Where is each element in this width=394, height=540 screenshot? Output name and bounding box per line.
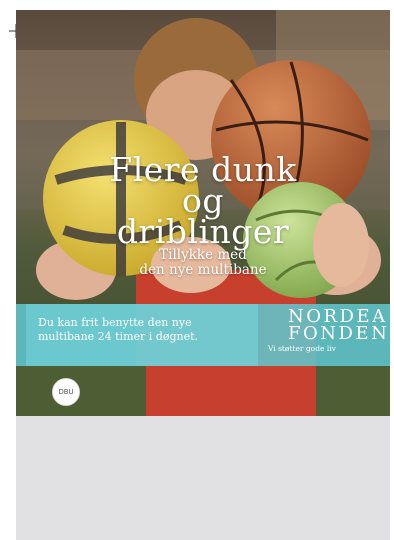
info-text-line-2: multibane 24 timer i døgnet. [38,330,199,343]
dbu-seal-icon: DBU [52,378,80,406]
subheadline-line-2: den nye multibane [139,262,267,278]
subheadline: Tillykke med den nye multibane [16,248,390,278]
seal-text: DBU [58,388,74,396]
headline: Flere dunk og driblinger [16,153,390,251]
empty-gray-area [16,416,390,540]
nordea-fonden-logo: NORDEA FONDEN Vi støtter gode liv [262,308,390,354]
info-text-line-1: Du kan frit benytte den nye [38,316,192,329]
subheadline-line-1: Tillykke med [159,247,247,263]
info-text: Du kan frit benytte den nye multibane 24… [38,316,258,344]
brand-name-line-2: FONDEN [288,323,390,344]
brand-tagline: Vi støtter gode liv [268,344,336,353]
headline-line-3: driblinger [116,212,290,251]
poster: Flere dunk og driblinger Tillykke med de… [16,10,390,416]
info-band: Du kan frit benytte den nye multibane 24… [16,304,390,366]
